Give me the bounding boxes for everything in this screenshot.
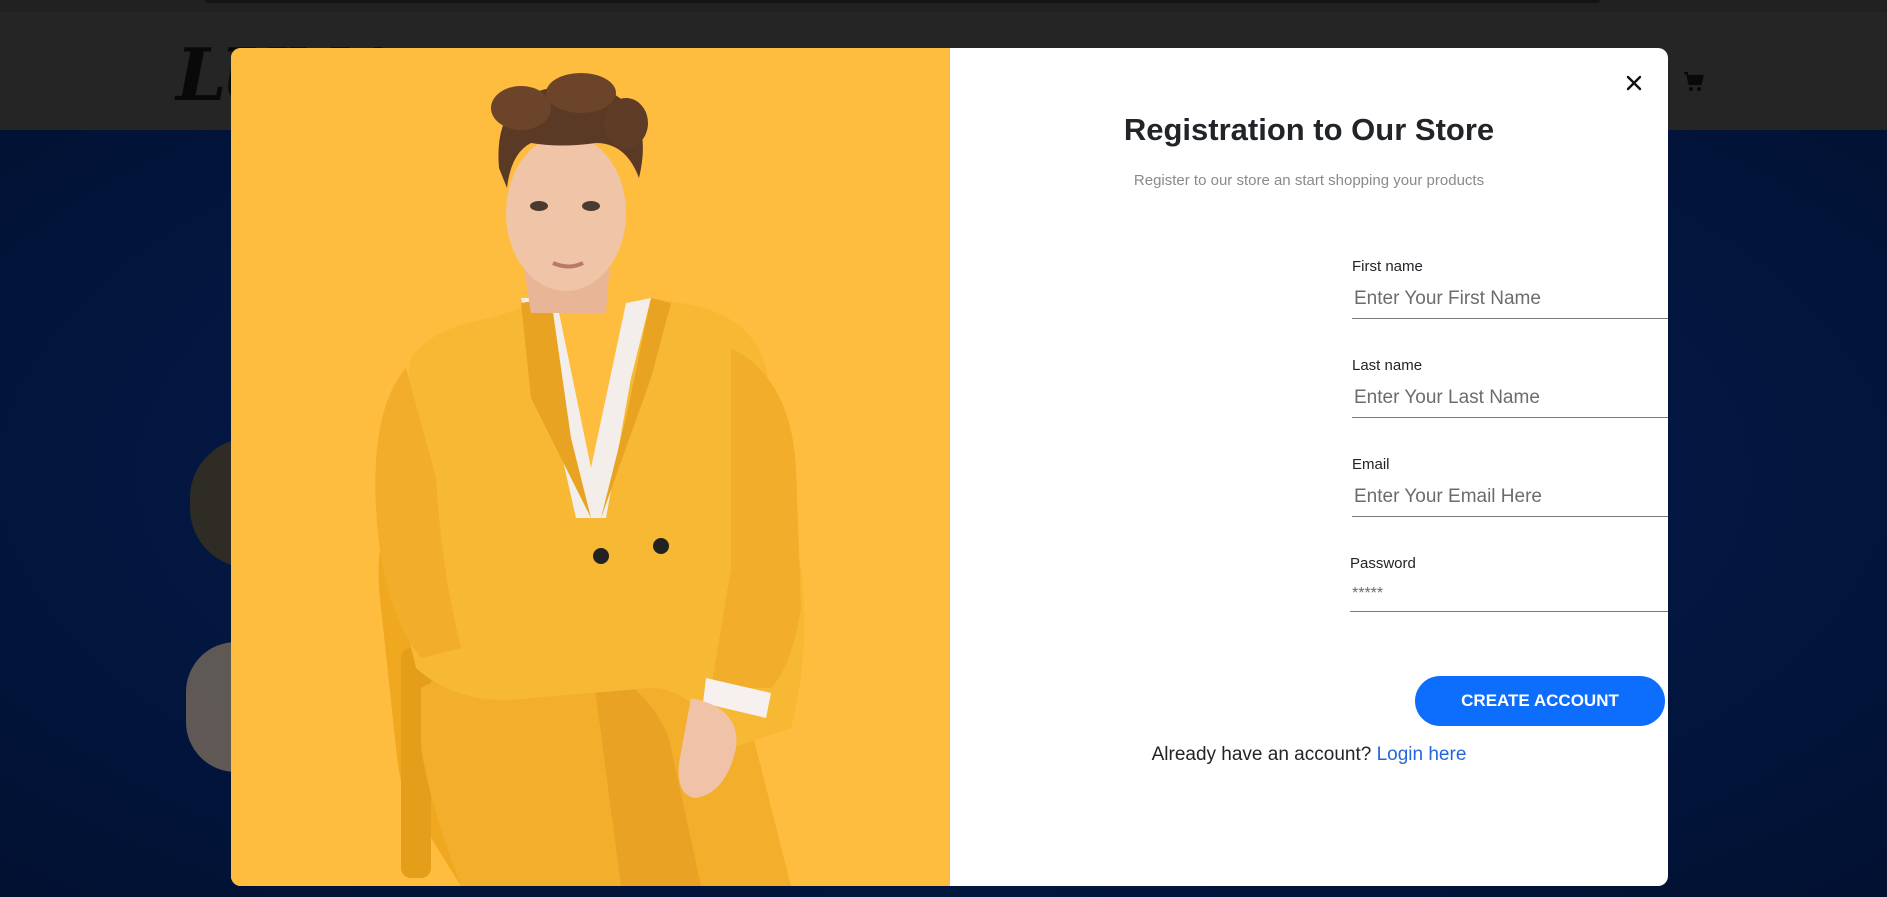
first-name-label: First name: [1352, 258, 1423, 275]
registration-form: Registration to Our Store Register to ou…: [950, 48, 1668, 886]
password-group: Password: [1350, 555, 1668, 612]
first-name-input[interactable]: [1352, 280, 1668, 319]
model-illustration: [231, 48, 950, 886]
first-name-group: First name: [1352, 258, 1668, 319]
email-input[interactable]: [1352, 478, 1668, 517]
registration-modal: Registration to Our Store Register to ou…: [231, 48, 1668, 886]
close-icon[interactable]: [1619, 68, 1649, 98]
login-prompt-text: Already have an account?: [1151, 744, 1372, 765]
create-account-button[interactable]: CREATE ACCOUNT: [1415, 676, 1665, 726]
model-photo: [231, 48, 950, 886]
email-group: Email: [1352, 456, 1668, 517]
modal-title: Registration to Our Store: [1123, 112, 1495, 147]
login-prompt-line: Already have an account? Login here: [950, 744, 1668, 766]
login-link[interactable]: Login here: [1377, 744, 1467, 765]
last-name-group: Last name: [1352, 357, 1668, 418]
email-label: Email: [1352, 456, 1390, 473]
password-label: Password: [1350, 555, 1416, 572]
modal-subtitle: Register to our store an start shopping …: [1133, 172, 1485, 189]
last-name-label: Last name: [1352, 357, 1423, 374]
last-name-input[interactable]: [1352, 379, 1668, 418]
password-input[interactable]: [1350, 577, 1668, 612]
